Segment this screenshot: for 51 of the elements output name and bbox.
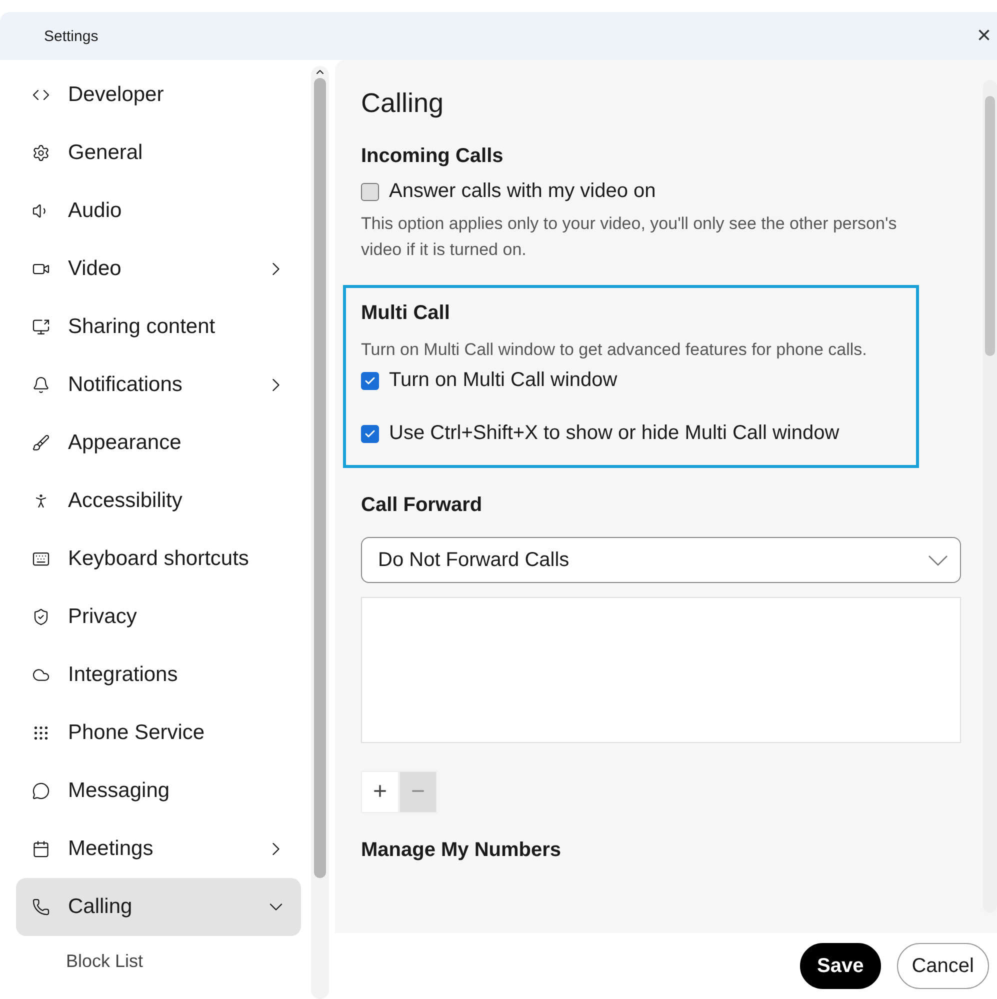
sidebar-item[interactable]: Keyboard shortcuts [16, 530, 301, 588]
calendar-icon [32, 840, 50, 858]
sidebar-item[interactable]: Notifications [16, 356, 301, 414]
sidebar-item[interactable]: Audio [16, 182, 301, 240]
cancel-button[interactable]: Cancel [896, 943, 989, 989]
help-text: Turn on Multi Call window to get advanced features for phone calls. [361, 339, 868, 361]
sidebar-item[interactable]: Video [16, 240, 301, 298]
brush-icon [32, 434, 50, 452]
help-text: This option applies only to your video, you'll only see the other person's video if it is turned on. [361, 213, 898, 261]
sidebar-item[interactable]: Meetings [16, 820, 301, 878]
checkbox[interactable] [361, 424, 379, 442]
section-heading: Multi Call [361, 302, 451, 325]
scrollbar-thumb[interactable] [985, 96, 995, 356]
chat-bubble-icon [32, 782, 50, 800]
dialpad-icon [32, 724, 50, 742]
section-heading: Call Forward [361, 494, 484, 517]
cloud-icon [32, 666, 50, 684]
sidebar-item[interactable]: Calling [16, 878, 301, 936]
gear-icon [32, 144, 50, 162]
checkbox[interactable] [361, 182, 379, 200]
section-heading: Manage My Numbers [361, 839, 562, 862]
sidebar-item[interactable]: General [16, 124, 301, 182]
checkbox[interactable] [361, 372, 379, 390]
chevron-down-icon [928, 554, 948, 566]
window-title: Settings [44, 28, 98, 44]
keyboard-icon [32, 550, 50, 568]
sidebar-item[interactable]: Developer [16, 66, 301, 124]
forward-dropdown[interactable]: Do Not Forward Calls [361, 537, 961, 583]
sidebar-subitem[interactable]: Block List [16, 936, 305, 986]
sidebar-item[interactable]: Messaging [16, 762, 301, 820]
shield-icon [32, 608, 50, 626]
check-icon [364, 428, 376, 440]
check-icon [364, 374, 376, 386]
bell-icon [32, 376, 50, 394]
checkbox-label: Use Ctrl+Shift+X to show or hide Multi Call window [389, 422, 840, 445]
sidebar-item[interactable]: Privacy [16, 588, 301, 646]
scrollbar-thumb[interactable] [314, 78, 326, 878]
close-button[interactable]: × [970, 22, 997, 50]
save-button[interactable]: Save [800, 943, 881, 989]
share-screen-icon [32, 318, 50, 336]
section-heading: Incoming Calls [361, 145, 504, 168]
add-button[interactable]: + [361, 771, 399, 813]
checkbox-label: Answer calls with my video on [389, 180, 656, 203]
sidebar-item[interactable]: Phone Service [16, 704, 301, 762]
sidebar-item[interactable]: Accessibility [16, 472, 301, 530]
sidebar-item[interactable]: Appearance [16, 414, 301, 472]
sidebar-item[interactable]: Integrations [16, 646, 301, 704]
phone-icon [32, 898, 50, 916]
page-title: Calling [361, 88, 445, 119]
sidebar-item[interactable]: Sharing content [16, 298, 301, 356]
checkbox-label: Turn on Multi Call window [389, 369, 618, 392]
